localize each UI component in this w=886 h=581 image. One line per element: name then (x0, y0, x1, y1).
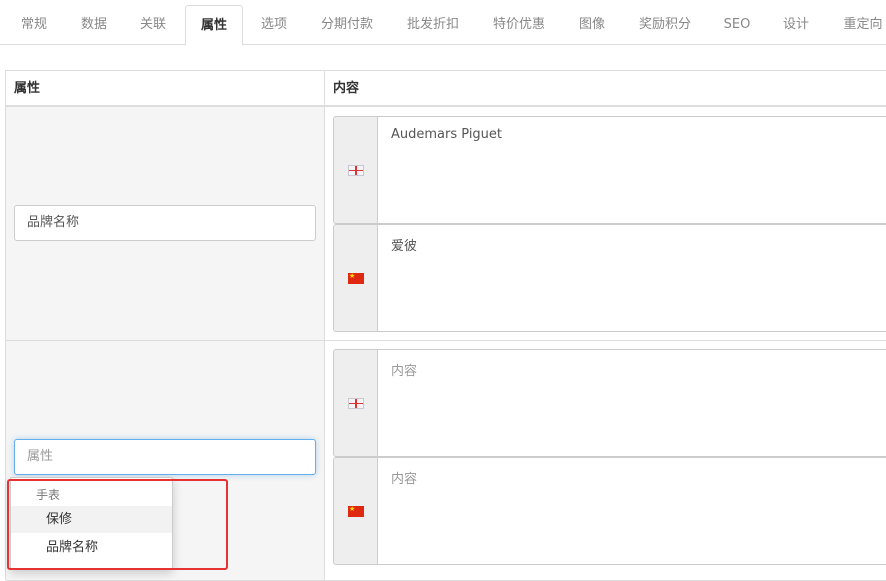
language-addon (333, 349, 377, 457)
language-addon (333, 457, 377, 565)
tab-seo[interactable]: SEO (714, 5, 760, 45)
tab-special[interactable]: 特价优惠 (482, 5, 556, 45)
tab-wholesale-discount[interactable]: 批发折扣 (396, 5, 470, 45)
tab-design[interactable]: 设计 (772, 5, 820, 45)
tab-bar: 常规 数据 关联 属性 选项 分期付款 批发折扣 特价优惠 图像 奖励积分 SE… (0, 0, 886, 46)
tab-attribute[interactable]: 属性 (185, 5, 243, 46)
language-addon (333, 224, 377, 332)
china-flag-icon (348, 270, 364, 284)
dropdown-group-header: 手表 (36, 488, 61, 502)
tab-general[interactable]: 常规 (8, 5, 60, 45)
tab-reward-points[interactable]: 奖励积分 (628, 5, 702, 45)
tab-image[interactable]: 图像 (568, 5, 616, 45)
attribute-name-input[interactable]: 品牌名称 (14, 205, 316, 241)
tab-links[interactable]: 关联 (127, 5, 179, 45)
content-textarea[interactable]: Audemars Piguet (377, 116, 886, 224)
language-input-group: Audemars Piguet (333, 116, 886, 224)
english-flag-icon (348, 165, 364, 176)
content-cell: Audemars Piguet 爱彼 (325, 107, 886, 340)
tab-data[interactable]: 数据 (68, 5, 120, 45)
attribute-name-input[interactable]: 属性 (14, 439, 316, 475)
tab-installment[interactable]: 分期付款 (310, 5, 384, 45)
language-addon (333, 116, 377, 224)
column-header-attribute: 属性 (6, 71, 325, 107)
tab-redirect[interactable]: 重定向 (832, 5, 886, 45)
autocomplete-dropdown: 手表 保修 品牌名称 (10, 477, 173, 569)
language-input-group: 爱彼 (333, 224, 886, 332)
english-flag-icon (348, 398, 364, 409)
column-header-content: 内容 (333, 81, 360, 96)
table-header: 属性 内容 (6, 71, 886, 107)
china-flag-icon (348, 503, 364, 517)
content-cell: 内容 内容 (325, 341, 886, 580)
table-row: 品牌名称 Audemars Piguet 爱彼 (6, 107, 886, 341)
language-input-group: 内容 (333, 457, 886, 565)
language-input-group: 内容 (333, 349, 886, 457)
content-textarea[interactable]: 爱彼 (377, 224, 886, 332)
content-textarea[interactable]: 内容 (377, 457, 886, 565)
tab-option[interactable]: 选项 (248, 5, 300, 45)
dropdown-item-warranty[interactable]: 保修 (11, 506, 172, 533)
dropdown-item-brand-name[interactable]: 品牌名称 (11, 534, 172, 561)
content-textarea[interactable]: 内容 (377, 349, 886, 457)
attribute-cell: 品牌名称 (6, 107, 325, 340)
